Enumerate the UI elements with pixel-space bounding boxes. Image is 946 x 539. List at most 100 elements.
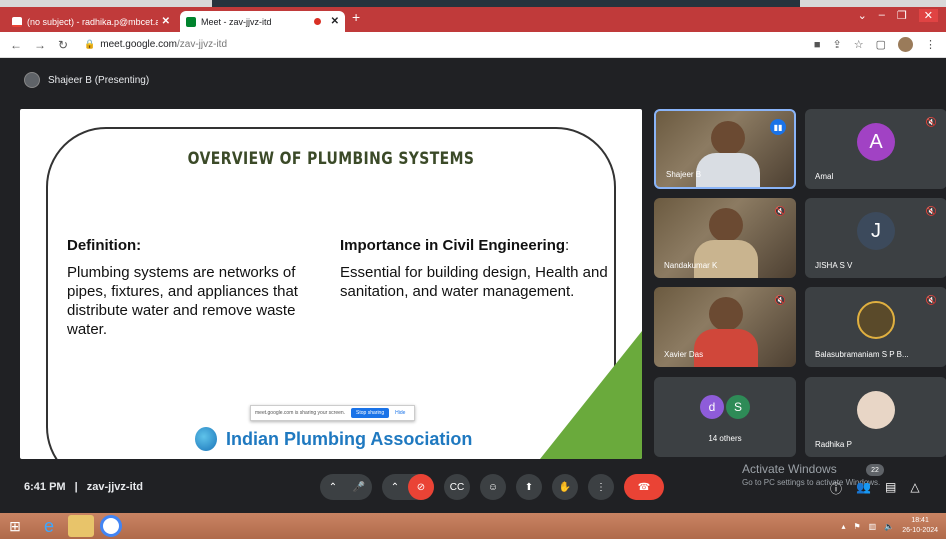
presenter-label: Shajeer B (Presenting) [24, 72, 149, 88]
participant-name: Nandakumar K [664, 261, 718, 270]
mic-button[interactable]: 🎤 [346, 474, 372, 500]
mic-muted-icon: 🔇 [925, 206, 937, 216]
url-host[interactable]: meet.google.com [100, 39, 177, 50]
tab-title: Meet - zav-jjvz-itd [201, 16, 272, 27]
participant-tile[interactable]: A 🔇 Amal [805, 109, 946, 189]
mic-group: ⌃ 🎤 [320, 474, 372, 500]
windows-start-icon[interactable]: ⊞ [0, 513, 30, 539]
call-controls: ⌃ 🎤 ⌃ ⊘ CC ☺ ⬆ ✋ ⋮ ☎ [320, 474, 664, 500]
separator: | [74, 481, 78, 493]
stop-sharing-button[interactable]: Stop sharing [351, 408, 390, 418]
participant-tile[interactable]: 🔇 Balasubramaniam S P B... [805, 287, 946, 367]
participant-count-badge: 22 [866, 464, 884, 476]
network-icon[interactable]: ▥ [869, 522, 877, 531]
mic-muted-icon: 🔇 [925, 295, 937, 305]
presented-slide: OVERVIEW OF PLUMBING SYSTEMS Definition:… [20, 109, 642, 459]
participant-avatar: A [857, 123, 895, 161]
speaking-indicator-icon: ▮▮ [770, 119, 786, 135]
file-explorer-icon[interactable] [68, 515, 94, 537]
window-controls: ⌄ – ❐ ✕ [858, 9, 938, 22]
share-message: meet.google.com is sharing your screen. [255, 410, 346, 416]
tab-gmail[interactable]: (no subject) - radhika.p@mbcet.a ✕ [6, 11, 176, 32]
watermark-title: Activate Windows [742, 462, 837, 476]
video-options-icon[interactable]: ⌃ [382, 474, 408, 500]
participant-tile[interactable]: ▮▮ Shajeer B [654, 109, 796, 189]
audio-options-icon[interactable]: ⌃ [320, 474, 346, 500]
close-tab-icon[interactable]: ✕ [331, 16, 339, 27]
importance-heading: Importance in Civil Engineering: [340, 237, 569, 254]
chrome-icon[interactable] [100, 515, 122, 537]
windows-taskbar: ⊞ e [0, 513, 946, 539]
side-panel-icon[interactable]: ▢ [876, 38, 886, 51]
raise-hand-button[interactable]: ✋ [552, 474, 578, 500]
participant-photo [857, 301, 895, 339]
participant-tile[interactable]: J 🔇 JISHA S V [805, 198, 946, 278]
present-button[interactable]: ⬆ [516, 474, 542, 500]
presenter-name: Shajeer B (Presenting) [48, 74, 150, 86]
org-name: Indian Plumbing Association [226, 429, 473, 449]
camera-group: ⌃ ⊘ [382, 474, 434, 500]
window-top-strip [0, 0, 946, 7]
participant-tile[interactable]: Radhika P [805, 377, 946, 457]
participant-name: JISHA S V [815, 261, 853, 270]
others-tile[interactable]: d S 14 others [654, 377, 796, 457]
activities-icon[interactable]: △ [910, 480, 919, 497]
browser-tab-bar: (no subject) - radhika.p@mbcet.a ✕ Meet … [0, 7, 946, 32]
share-icon[interactable]: ⇪ [833, 38, 842, 51]
info-icon[interactable]: ⓘ [830, 480, 842, 497]
camera-indicator-icon[interactable]: ■ [814, 39, 821, 51]
mic-muted-icon: 🔇 [925, 117, 937, 127]
slide-title: OVERVIEW OF PLUMBING SYSTEMS [187, 149, 475, 169]
address-bar-actions: ■ ⇪ ☆ ▢ ⋮ [814, 37, 936, 52]
emoji-button[interactable]: ☺ [480, 474, 506, 500]
flag-icon[interactable]: ⚑ [853, 522, 860, 531]
lock-icon[interactable]: 🔒 [84, 39, 95, 50]
tab-meet[interactable]: Meet - zav-jjvz-itd ✕ [180, 11, 345, 32]
video-feed [709, 297, 743, 331]
participant-tile[interactable]: 🔇 Nandakumar K [654, 198, 796, 278]
participant-avatar: d [700, 395, 724, 419]
maximize-icon[interactable]: ❐ [897, 9, 907, 22]
tray-up-arrow-icon[interactable]: ▴ [841, 522, 845, 531]
ipa-logo [195, 427, 217, 451]
new-tab-button[interactable]: + [352, 9, 360, 25]
menu-kebab-icon[interactable]: ⋮ [925, 38, 936, 51]
participant-name: Balasubramaniam S P B... [815, 350, 909, 359]
participant-photo [857, 391, 895, 429]
people-icon[interactable]: 👥 [856, 480, 871, 497]
tab-search-icon[interactable]: ⌄ [858, 9, 867, 22]
minimize-icon[interactable]: – [879, 9, 885, 22]
mic-muted-icon: 🔇 [774, 206, 786, 216]
address-bar: ← → ↻ 🔒 meet.google.com /zav-jjvz-itd [0, 32, 946, 58]
tab-title: (no subject) - radhika.p@mbcet.a [27, 16, 158, 27]
definition-heading: Definition: [67, 237, 142, 254]
video-feed [711, 121, 745, 155]
ie-icon[interactable]: e [36, 515, 62, 537]
back-icon[interactable]: ← [10, 38, 22, 52]
clock-text: 6:41 PM [24, 481, 66, 493]
volume-icon[interactable]: 🔈 [884, 522, 894, 531]
close-tab-icon[interactable]: ✕ [162, 16, 170, 27]
video-feed [709, 208, 743, 242]
participant-name: Amal [815, 172, 834, 181]
taskbar-clock[interactable]: 18:41 26-10-2024 [902, 516, 938, 536]
others-count: 14 others [708, 434, 742, 443]
more-options-button[interactable]: ⋮ [588, 474, 614, 500]
end-call-button[interactable]: ☎ [624, 474, 664, 500]
hide-button[interactable]: Hide [395, 410, 405, 416]
reload-icon[interactable]: ↻ [58, 38, 68, 52]
forward-icon[interactable]: → [34, 38, 46, 52]
meeting-code: zav-jjvz-itd [86, 481, 144, 493]
captions-button[interactable]: CC [444, 474, 470, 500]
close-window-icon[interactable]: ✕ [918, 9, 938, 22]
participant-tile[interactable]: 🔇 Xavier Das [654, 287, 796, 367]
profile-avatar[interactable] [898, 37, 913, 52]
chat-icon[interactable]: ▤ [885, 480, 896, 497]
camera-off-button[interactable]: ⊘ [408, 474, 434, 500]
bookmark-star-icon[interactable]: ☆ [854, 38, 864, 51]
meet-icon [186, 16, 196, 27]
url-path[interactable]: /zav-jjvz-itd [177, 39, 227, 50]
screen-share-bar: meet.google.com is sharing your screen. … [250, 405, 415, 421]
presenter-avatar [24, 72, 40, 88]
meeting-time: 6:41 PM | zav-jjvz-itd [24, 481, 143, 493]
